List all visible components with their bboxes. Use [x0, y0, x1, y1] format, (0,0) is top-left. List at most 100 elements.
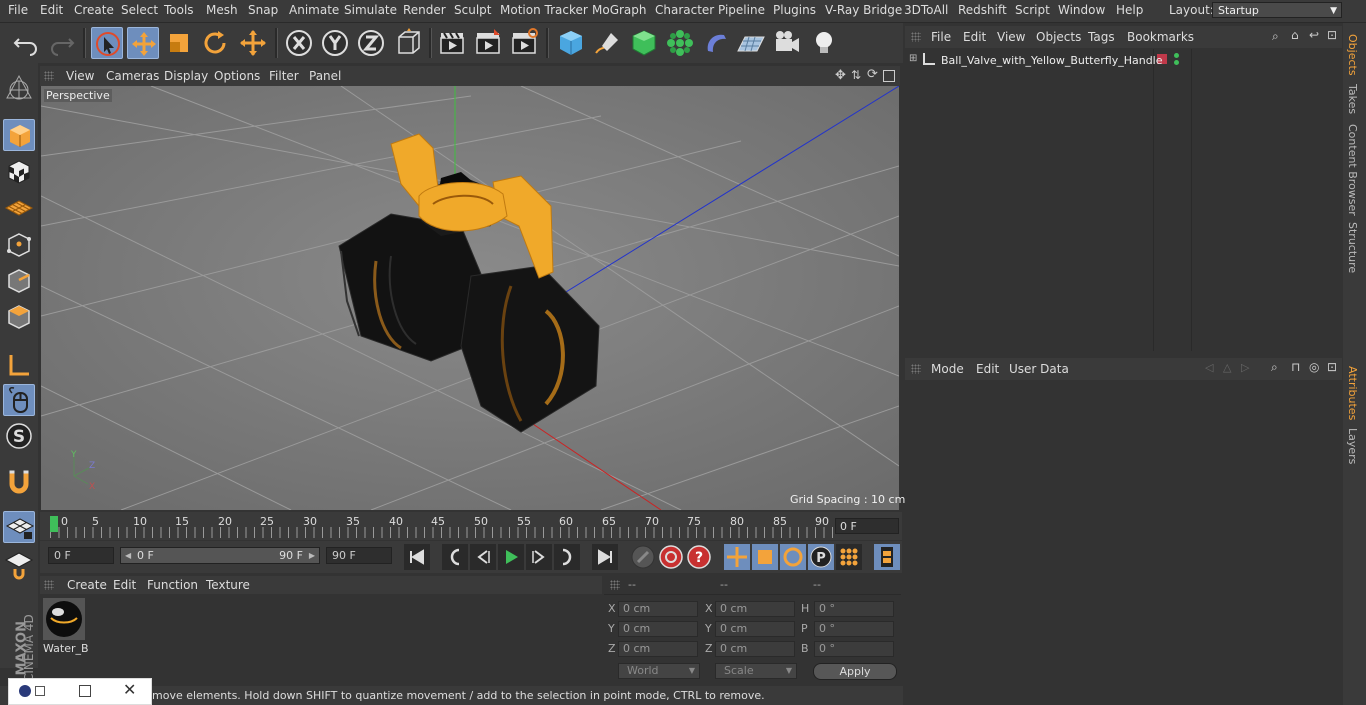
viewport-menu-cameras[interactable]: Cameras: [106, 69, 159, 83]
menu-mesh[interactable]: Mesh: [206, 3, 238, 17]
size-mode-select[interactable]: Scale ▼: [715, 663, 797, 679]
grid-snap-button[interactable]: [3, 548, 35, 580]
restore-icon[interactable]: [35, 686, 45, 696]
drag-grip-icon[interactable]: [610, 580, 620, 590]
viewport-zoom-icon[interactable]: ⇅: [851, 68, 861, 82]
undo-button[interactable]: [10, 27, 42, 59]
menu-script[interactable]: Script: [1015, 3, 1050, 17]
viewport-menu-filter[interactable]: Filter: [269, 69, 299, 83]
menu-pipeline[interactable]: Pipeline: [718, 3, 765, 17]
menu-render[interactable]: Render: [403, 3, 446, 17]
current-frame-field[interactable]: 0 F: [835, 518, 899, 534]
start-frame-field[interactable]: 0 F: [48, 547, 114, 564]
go-to-end-button[interactable]: [591, 543, 619, 571]
rotation-p-field[interactable]: 0 °: [814, 621, 894, 637]
next-key-button[interactable]: [553, 543, 581, 571]
menu-edit[interactable]: Edit: [40, 3, 63, 17]
viewport-scene[interactable]: [41, 86, 899, 510]
move-tool-button[interactable]: [127, 27, 159, 59]
search-icon[interactable]: ⌕: [1271, 360, 1278, 375]
drag-grip-icon[interactable]: [911, 32, 921, 42]
polygon-mode-button[interactable]: [3, 301, 35, 333]
scale-tool-button[interactable]: [163, 27, 195, 59]
new-panel-icon[interactable]: ⊡: [1327, 360, 1337, 374]
render-to-picture-viewer-button[interactable]: [472, 27, 504, 59]
attributes-menu-user-data[interactable]: User Data: [1009, 362, 1069, 376]
material-menu-create[interactable]: Create: [67, 578, 107, 592]
menu-vray-bridge[interactable]: V-Ray Bridge: [825, 3, 902, 17]
workplane-button[interactable]: [3, 192, 35, 224]
end-frame-field[interactable]: 90 F: [326, 547, 392, 564]
transform-tool-button[interactable]: [237, 27, 269, 59]
up-arrow-icon[interactable]: △: [1223, 361, 1231, 374]
light-button[interactable]: [808, 27, 840, 59]
pen-spline-button[interactable]: [591, 27, 623, 59]
z-axis-lock-button[interactable]: [355, 27, 387, 59]
position-x-field[interactable]: 0 cm: [618, 601, 698, 617]
target-icon[interactable]: ◎: [1309, 360, 1319, 374]
tab-layers[interactable]: Layers: [1346, 428, 1359, 464]
objects-menu-view[interactable]: View: [997, 30, 1025, 44]
magnet-button[interactable]: [3, 467, 35, 499]
perspective-viewport[interactable]: [41, 86, 899, 510]
back-icon[interactable]: ↩: [1309, 28, 1319, 42]
search-icon[interactable]: ⌕: [1272, 29, 1279, 44]
menu-simulate[interactable]: Simulate: [344, 3, 397, 17]
record-keys-button[interactable]: [629, 543, 657, 571]
live-selection-button[interactable]: [91, 27, 123, 59]
position-z-field[interactable]: 0 cm: [618, 641, 698, 657]
menu-tools[interactable]: Tools: [164, 3, 194, 17]
drag-grip-icon[interactable]: [44, 71, 54, 81]
timeline-ruler[interactable]: 0 5 10 15 20 25 30 35 40 45 50 55 60 65 …: [40, 512, 902, 540]
menu-snap[interactable]: Snap: [248, 3, 278, 17]
menu-select[interactable]: Select: [121, 3, 158, 17]
new-panel-icon[interactable]: ⊡: [1327, 28, 1337, 42]
rotation-b-field[interactable]: 0 °: [814, 641, 894, 657]
size-z-field[interactable]: 0 cm: [715, 641, 795, 657]
viewport-menu-view[interactable]: View: [66, 69, 94, 83]
make-editable-button[interactable]: [3, 72, 35, 104]
menu-mograph[interactable]: MoGraph: [592, 3, 647, 17]
viewport-menu-options[interactable]: Options: [214, 69, 260, 83]
layout-select[interactable]: Startup ▼: [1212, 2, 1342, 18]
objects-menu-tags[interactable]: Tags: [1088, 30, 1115, 44]
tweak-mode-button[interactable]: [3, 384, 35, 416]
cloner-button[interactable]: [664, 27, 696, 59]
viewport-rotate-icon[interactable]: ⟳: [867, 67, 878, 82]
forward-arrow-icon[interactable]: ▷: [1241, 361, 1249, 374]
material-thumbnail[interactable]: [43, 598, 85, 640]
menu-3dtoall[interactable]: 3DToAll: [904, 3, 948, 17]
coordinate-system-button[interactable]: [393, 27, 425, 59]
frame-range-slider[interactable]: ◀ 0 F 90 F ▶: [120, 547, 320, 564]
position-y-field[interactable]: 0 cm: [618, 621, 698, 637]
edge-mode-button[interactable]: [3, 265, 35, 297]
tab-structure[interactable]: Structure: [1346, 222, 1359, 273]
rotation-key-button[interactable]: [779, 543, 807, 571]
previous-key-button[interactable]: [441, 543, 469, 571]
go-to-start-button[interactable]: [403, 543, 431, 571]
back-arrow-icon[interactable]: ◁: [1205, 361, 1213, 374]
autokeying-button[interactable]: [657, 543, 685, 571]
apply-button[interactable]: Apply: [813, 663, 897, 680]
x-axis-lock-button[interactable]: [283, 27, 315, 59]
floor-button[interactable]: [735, 27, 767, 59]
size-x-field[interactable]: 0 cm: [715, 601, 795, 617]
close-icon[interactable]: ✕: [123, 680, 136, 699]
scale-key-button[interactable]: [751, 543, 779, 571]
tab-objects[interactable]: Objects: [1346, 34, 1359, 76]
objects-menu-file[interactable]: File: [931, 30, 951, 44]
parameter-key-button[interactable]: P: [807, 543, 835, 571]
timeline-window-button[interactable]: [873, 543, 901, 571]
coordinate-space-select[interactable]: World ▼: [618, 663, 700, 679]
material-menu-function[interactable]: Function: [147, 578, 198, 592]
deformer-button[interactable]: [700, 27, 732, 59]
layer-lock-button[interactable]: [3, 511, 35, 543]
drag-grip-icon[interactable]: [44, 580, 54, 590]
material-name[interactable]: Water_B: [43, 642, 89, 655]
attributes-menu-edit[interactable]: Edit: [976, 362, 999, 376]
next-frame-button[interactable]: [525, 543, 553, 571]
model-mode-button[interactable]: [3, 119, 35, 151]
menu-sculpt[interactable]: Sculpt: [454, 3, 491, 17]
menu-file[interactable]: File: [8, 3, 28, 17]
tab-attributes[interactable]: Attributes: [1346, 366, 1359, 420]
